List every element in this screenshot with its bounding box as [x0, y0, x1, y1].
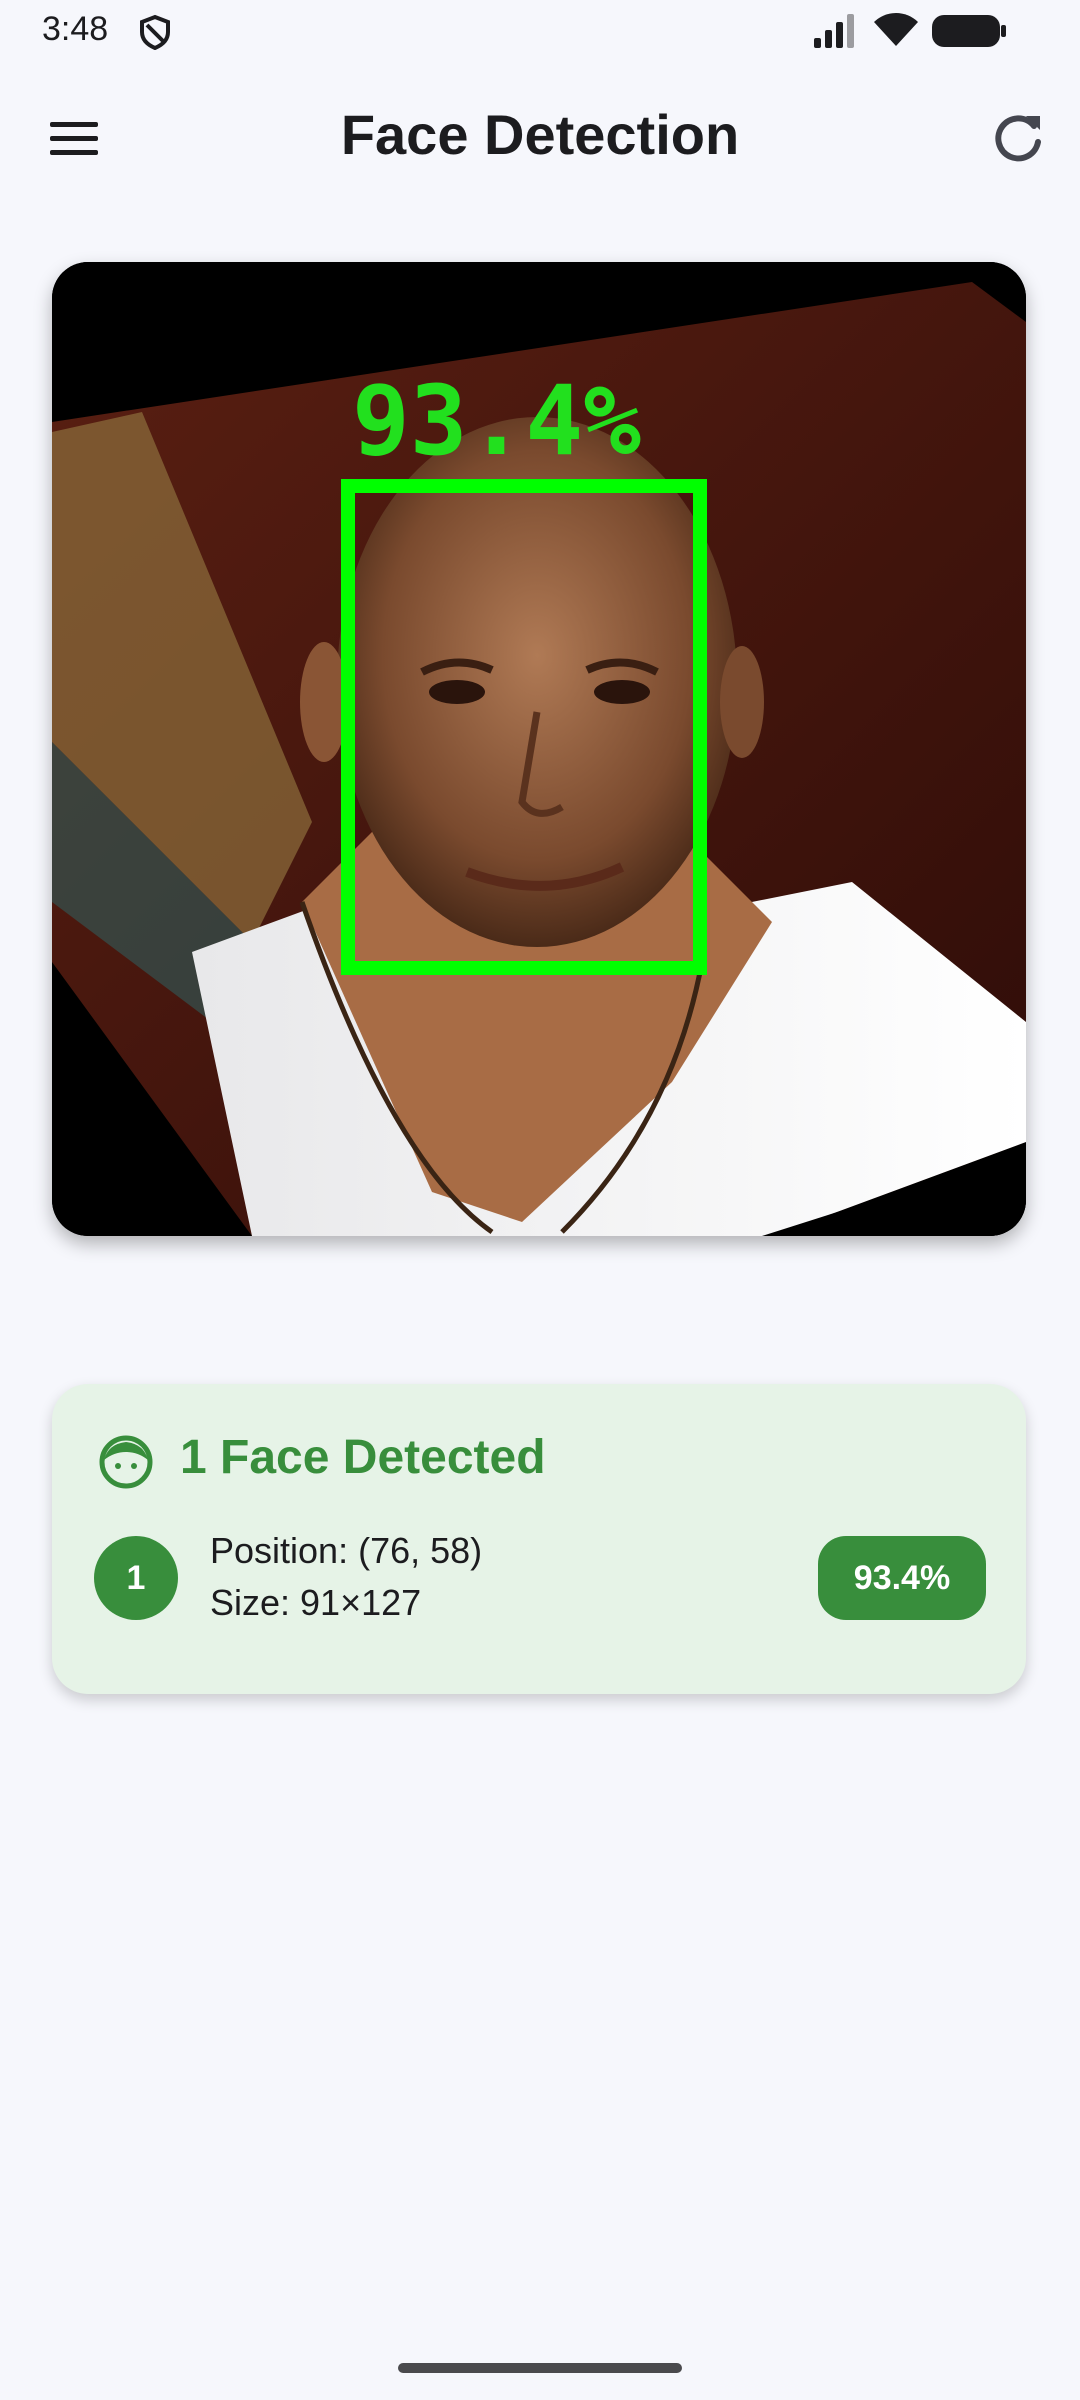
- result-card: 1 Face Detected 1 Position: (76, 58) Siz…: [52, 1384, 1026, 1694]
- home-indicator[interactable]: [398, 2363, 682, 2373]
- face-size: Size: 91×127: [210, 1582, 422, 1623]
- shield-icon: [140, 14, 170, 50]
- face-index-avatar: 1: [94, 1536, 178, 1620]
- app-bar: Face Detection: [0, 62, 1080, 212]
- overlay-confidence-label: 93.4%: [352, 365, 641, 477]
- page-title: Face Detection: [340, 103, 740, 166]
- status-time: 3:48: [42, 10, 109, 48]
- face-photo: 93.4%: [52, 262, 1026, 1236]
- signal-icon: [814, 14, 854, 48]
- battery-icon: [932, 15, 1006, 47]
- detection-image: 93.4%: [52, 262, 1026, 1236]
- confidence-badge: 93.4%: [818, 1536, 986, 1620]
- face-icon: [99, 1435, 153, 1489]
- status-bar: 3:48: [0, 0, 1080, 62]
- wifi-icon: [874, 13, 918, 46]
- result-title: 1 Face Detected: [180, 1431, 546, 1484]
- face-position: Position: (76, 58): [210, 1530, 483, 1571]
- refresh-icon[interactable]: [986, 106, 1050, 170]
